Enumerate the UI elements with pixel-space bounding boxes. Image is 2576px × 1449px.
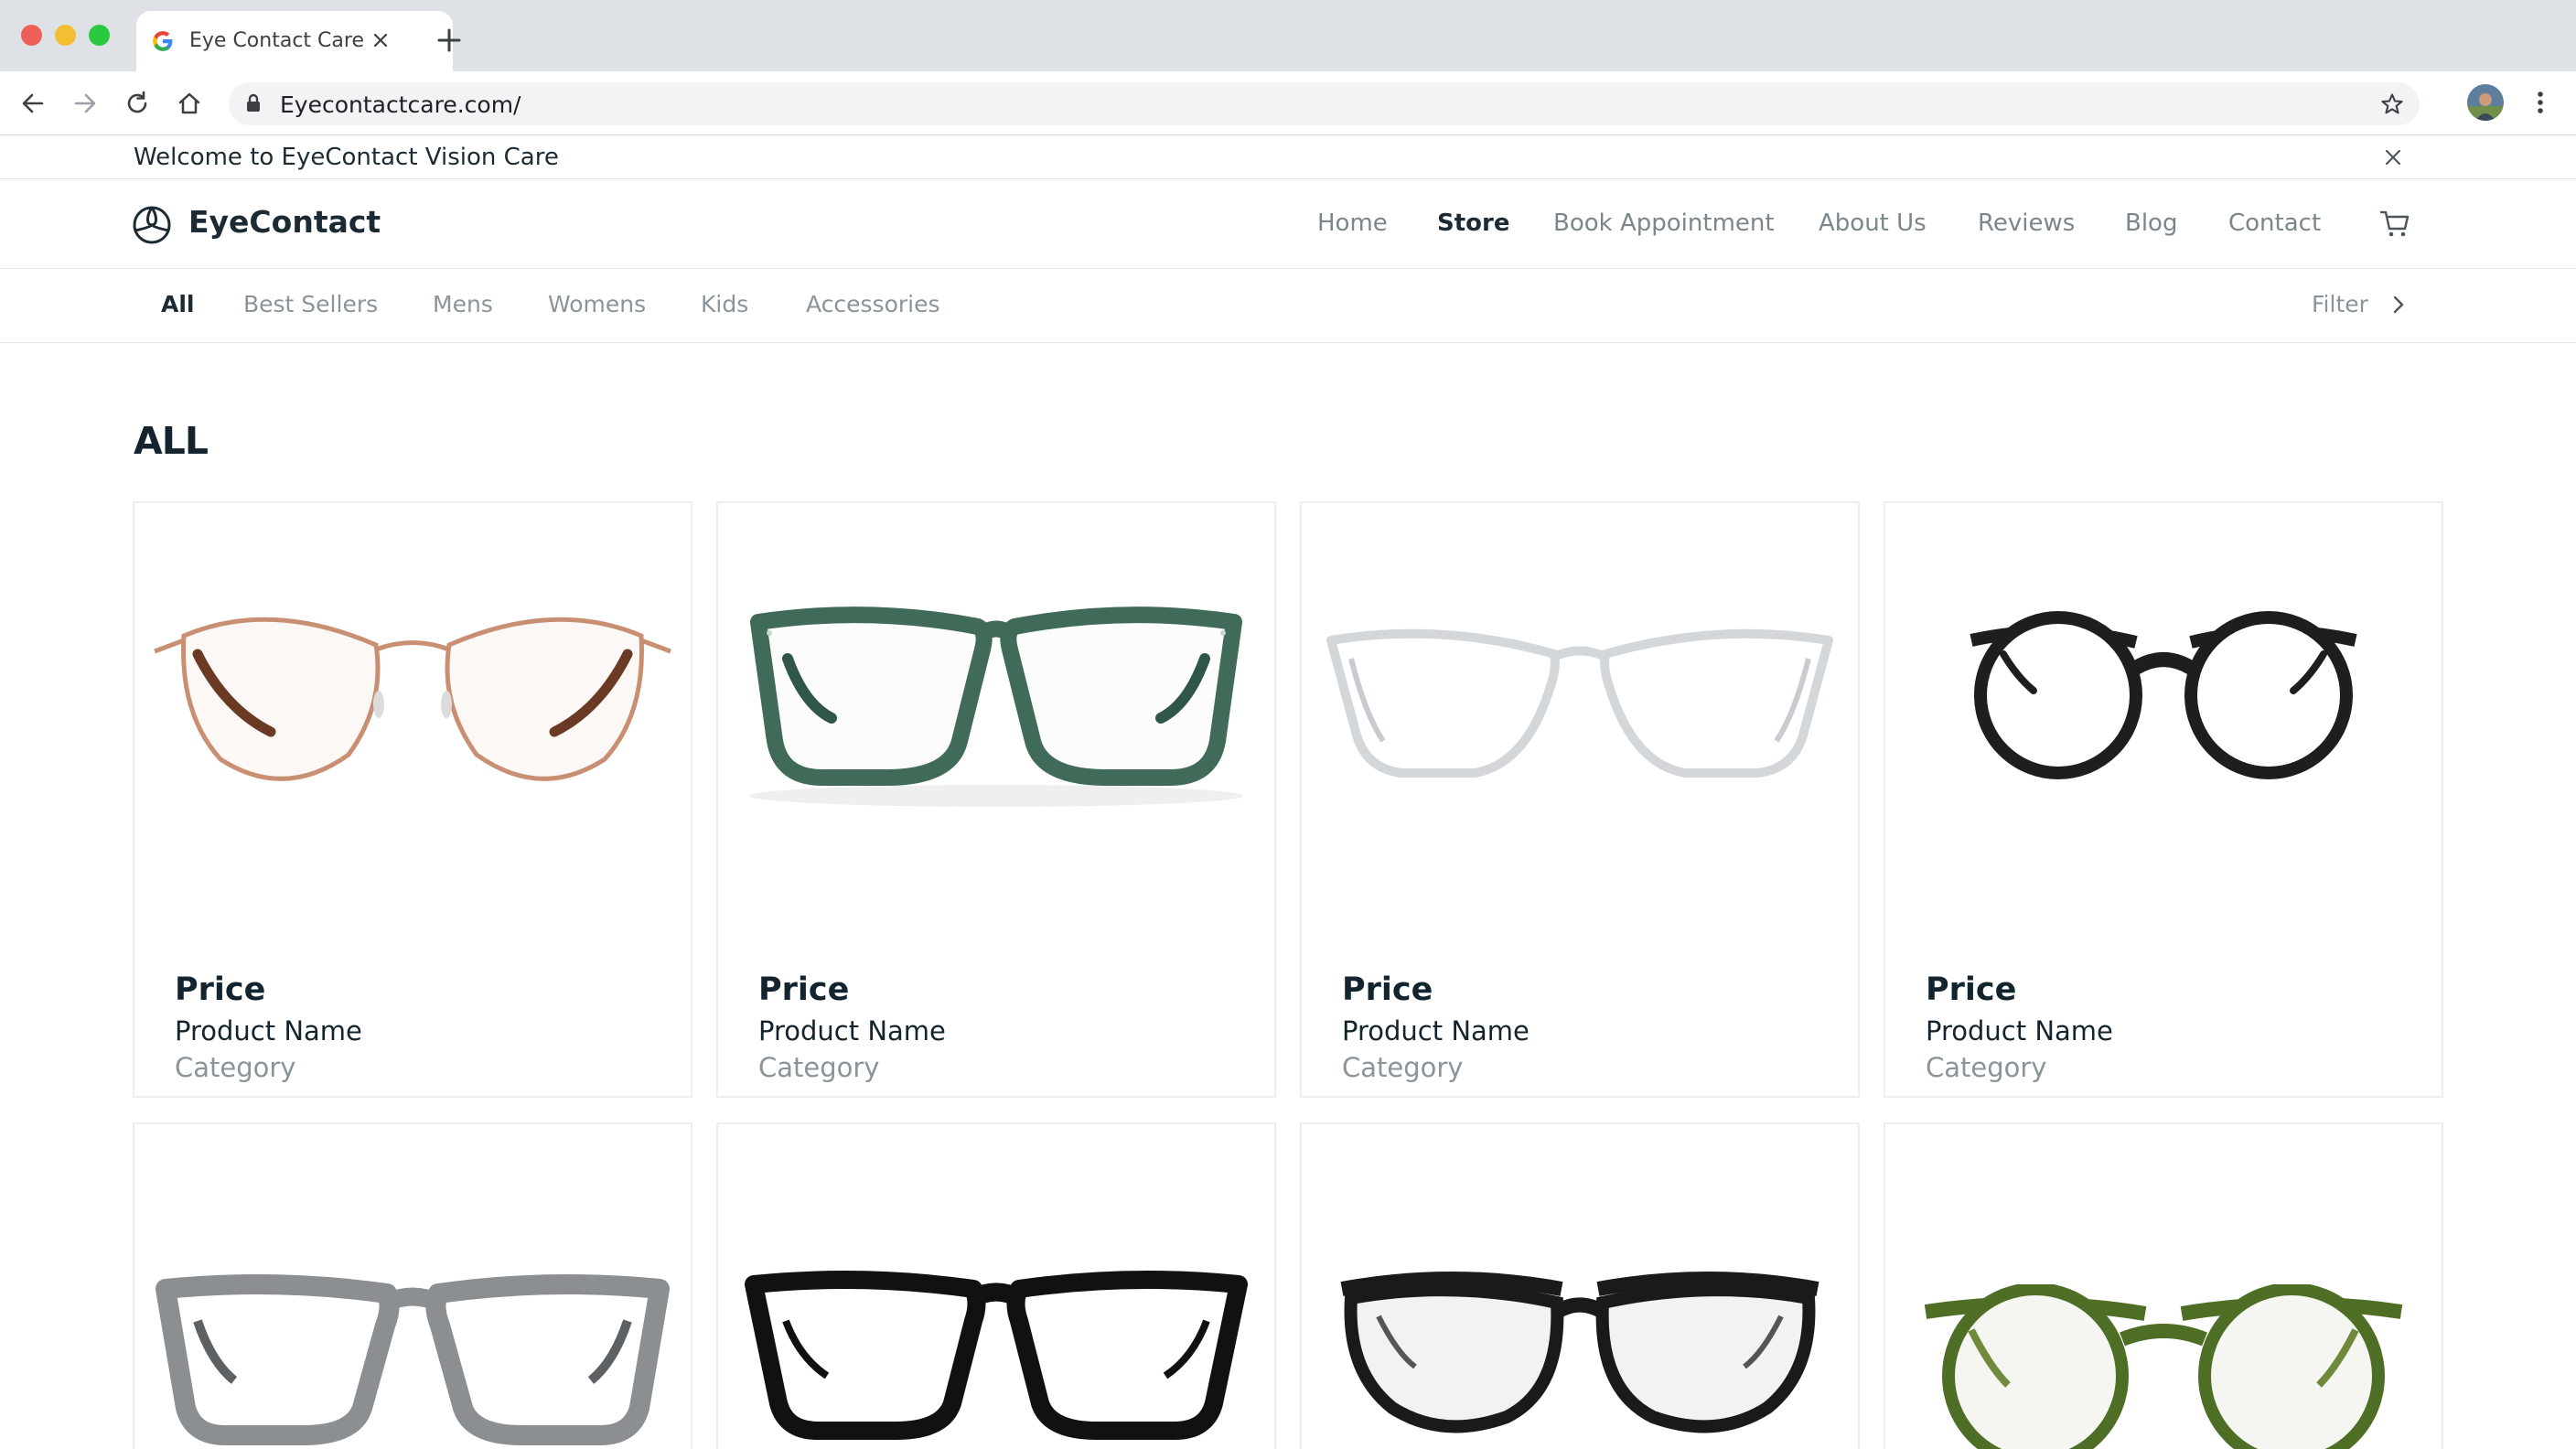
chevron-right-icon[interactable] (2388, 291, 2410, 318)
eyecontact-logo-icon[interactable] (132, 205, 172, 245)
reload-icon[interactable] (121, 87, 154, 120)
product-card[interactable] (1300, 1122, 1860, 1449)
product-image[interactable] (1885, 1124, 2442, 1449)
close-banner-icon[interactable] (2378, 143, 2408, 172)
category-mens[interactable]: Mens (433, 291, 493, 317)
green-square-glasses-icon (749, 606, 1243, 807)
product-card[interactable] (133, 1122, 692, 1449)
product-price: Price (1342, 971, 1433, 1008)
browser-tab-bar: Eye Contact Care (0, 0, 2576, 71)
new-tab-icon[interactable] (434, 25, 465, 56)
close-window-button[interactable] (21, 25, 42, 46)
product-price: Price (758, 971, 850, 1008)
nav-about-us[interactable]: About Us (1819, 209, 1927, 237)
tab-title: Eye Contact Care (189, 29, 364, 52)
product-image[interactable] (1302, 503, 1858, 906)
close-tab-icon[interactable] (367, 27, 394, 54)
product-name[interactable]: Product Name (1926, 1015, 2113, 1046)
product-name[interactable]: Product Name (758, 1015, 946, 1046)
maximize-window-button[interactable] (89, 25, 110, 46)
product-image[interactable] (134, 503, 691, 906)
grey-square-glasses-icon (156, 1274, 670, 1445)
filter-button[interactable]: Filter (2312, 291, 2368, 317)
home-icon[interactable] (173, 87, 206, 120)
product-card[interactable]: Price Product Name Category (1884, 501, 2443, 1098)
clear-rectangle-glasses-icon (1326, 628, 1833, 778)
forward-icon[interactable] (69, 87, 102, 120)
product-image[interactable] (718, 503, 1274, 906)
product-category: Category (1926, 1052, 2047, 1083)
page-title: ALL (134, 419, 209, 463)
category-subnav: All Best Sellers Mens Womens Kids Access… (0, 269, 2576, 343)
browser-menu-icon[interactable] (2527, 86, 2554, 119)
category-all[interactable]: All (161, 291, 195, 317)
bookmark-star-icon[interactable] (2379, 91, 2405, 117)
product-category: Category (175, 1052, 296, 1083)
nav-reviews[interactable]: Reviews (1978, 209, 2075, 237)
category-best-sellers[interactable]: Best Sellers (243, 291, 378, 317)
nav-store[interactable]: Store (1437, 209, 1509, 237)
product-category: Category (1342, 1052, 1464, 1083)
product-card[interactable] (716, 1122, 1276, 1449)
cart-icon[interactable] (2378, 207, 2411, 240)
nav-blog[interactable]: Blog (2125, 209, 2177, 237)
nav-book-appointment[interactable]: Book Appointment (1553, 209, 1775, 237)
product-name[interactable]: Product Name (1342, 1015, 1530, 1046)
site-header: EyeContact Home Store Book Appointment A… (0, 179, 2576, 269)
gold-cat-eye-glasses-icon (154, 617, 671, 781)
olive-round-glasses-icon (1924, 1284, 2403, 1449)
category-accessories[interactable]: Accessories (806, 291, 940, 317)
google-icon (153, 31, 173, 51)
url-text: Eyecontactcare.com/ (280, 91, 521, 118)
product-price: Price (1926, 971, 2017, 1008)
product-category: Category (758, 1052, 880, 1083)
browser-tab[interactable]: Eye Contact Care (136, 11, 453, 71)
minimize-window-button[interactable] (55, 25, 76, 46)
logo-text[interactable]: EyeContact (188, 204, 381, 240)
product-price: Price (175, 971, 266, 1008)
category-kids[interactable]: Kids (701, 291, 748, 317)
product-card[interactable]: Price Product Name Category (716, 501, 1276, 1098)
black-round-glasses-icon (1970, 611, 2357, 779)
nav-home[interactable]: Home (1317, 209, 1388, 237)
profile-avatar[interactable] (2467, 84, 2504, 121)
black-square-glasses-icon (745, 1271, 1248, 1440)
address-bar[interactable]: Eyecontactcare.com/ (229, 82, 2420, 125)
back-icon[interactable] (16, 87, 49, 120)
product-image[interactable] (1885, 503, 2442, 906)
category-womens[interactable]: Womens (548, 291, 646, 317)
browser-toolbar: Eyecontactcare.com/ (0, 71, 2576, 135)
black-round-clear-glasses-icon (1340, 1272, 1819, 1433)
product-card[interactable]: Price Product Name Category (1300, 501, 1860, 1098)
nav-contact[interactable]: Contact (2228, 209, 2321, 237)
product-name[interactable]: Product Name (175, 1015, 362, 1046)
banner-text: Welcome to EyeContact Vision Care (134, 144, 559, 171)
product-card[interactable]: Price Product Name Category (133, 501, 692, 1098)
product-image[interactable] (718, 1124, 1274, 1449)
announcement-banner: Welcome to EyeContact Vision Care (0, 135, 2576, 179)
product-card[interactable] (1884, 1122, 2443, 1449)
lock-icon (247, 93, 260, 112)
product-image[interactable] (134, 1124, 691, 1449)
product-image[interactable] (1302, 1124, 1858, 1449)
